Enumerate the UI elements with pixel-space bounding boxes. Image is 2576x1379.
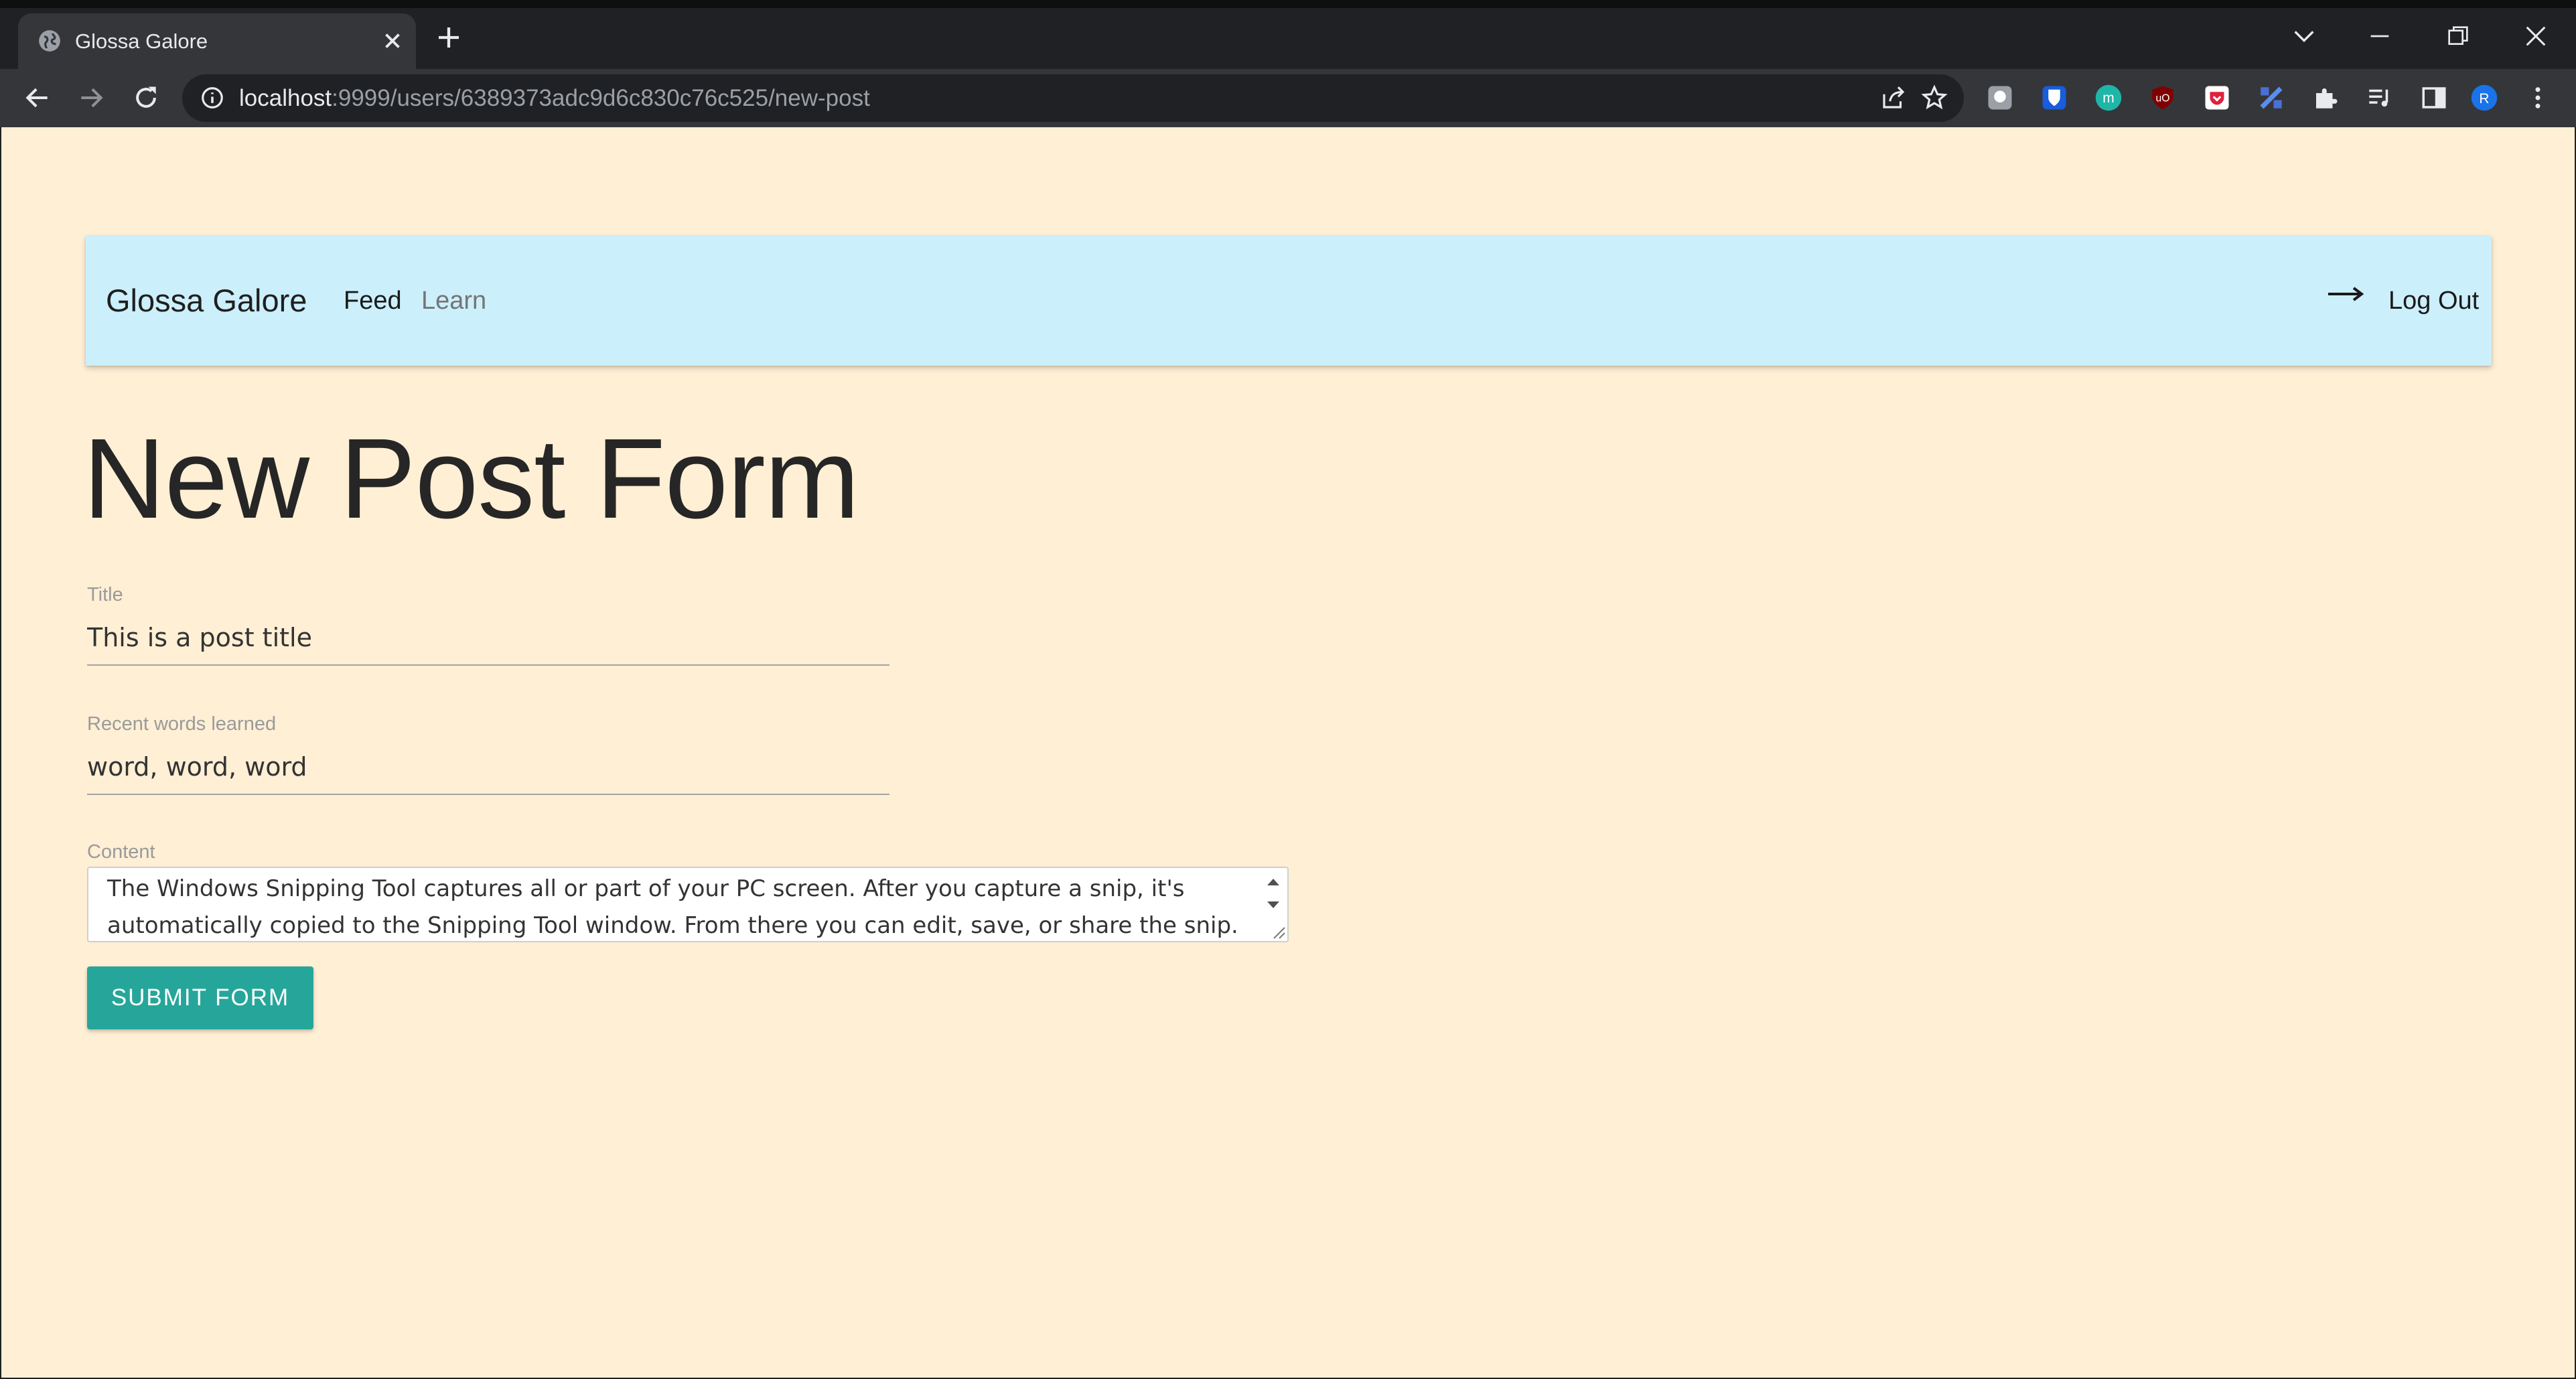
puzzle-icon[interactable] [2311,84,2340,112]
title-input[interactable] [87,611,889,666]
content-label: Content [87,841,155,863]
nav-link-learn[interactable]: Learn [421,236,486,366]
menu-dots-icon[interactable] [2524,84,2552,112]
page-title: New Post Form [83,415,859,542]
bitwarden-shield-icon[interactable] [2040,84,2068,112]
restore-icon[interactable] [2445,23,2472,50]
info-icon[interactable] [200,85,225,111]
extension-chat-icon[interactable] [1986,84,2014,112]
close-icon[interactable] [380,28,405,54]
share-icon[interactable] [1879,84,1908,112]
url-host: localhost [239,85,332,111]
scroll-down-arrow-icon[interactable] [1263,896,1283,914]
nav-link-feed[interactable]: Feed [344,236,402,366]
tab-title: Glossa Galore [75,29,208,53]
minimize-icon[interactable] [2366,23,2393,50]
url-path: :9999/users/6389373adc9d6c830c76c525/new… [332,85,870,111]
plus-icon[interactable] [435,24,462,51]
reload-icon[interactable] [131,83,161,113]
ublock-icon[interactable]: uO [2149,84,2177,112]
browser-tabstrip: Glossa Galore [0,0,2576,69]
arrow-right-icon[interactable] [2327,283,2364,305]
extension-m-icon[interactable]: m [2094,84,2123,112]
star-icon[interactable] [1920,84,1948,112]
logout-link[interactable]: Log Out [2388,236,2479,366]
site-navbar: Glossa Galore Feed Learn Log Out [86,236,2492,366]
words-label: Recent words learned [87,713,277,735]
content-textarea[interactable]: The Windows Snipping Tool captures all o… [87,867,1289,942]
svg-text:uO: uO [2155,92,2169,104]
scroll-up-arrow-icon[interactable] [1263,873,1283,891]
chevron-down-icon[interactable] [2291,23,2317,50]
brand-logo[interactable]: Glossa Galore [106,236,307,366]
satellite-icon[interactable] [2257,84,2285,112]
browser-toolbar: localhost:9999/users/6389373adc9d6c830c7… [0,69,2576,127]
url-text: localhost:9999/users/6389373adc9d6c830c7… [239,74,870,122]
resize-handle-icon[interactable] [1269,922,1286,940]
pocket-icon[interactable] [2203,84,2231,112]
side-panel-icon[interactable] [2420,84,2448,112]
address-bar[interactable]: localhost:9999/users/6389373adc9d6c830c7… [182,74,1964,122]
profile-initial: R [2479,91,2489,106]
back-icon[interactable] [23,83,52,113]
content-text[interactable]: The Windows Snipping Tool captures all o… [107,871,1246,941]
forward-icon[interactable] [76,83,106,113]
title-label: Title [87,584,123,605]
recent-words-input[interactable] [87,740,889,795]
close-window-icon[interactable] [2522,23,2549,50]
browser-tab[interactable]: Glossa Galore [18,13,416,69]
profile-avatar[interactable]: R [2470,84,2498,112]
window-top-border [0,0,2576,8]
media-queue-icon[interactable] [2366,84,2394,112]
svg-text:m: m [2102,90,2115,106]
submit-form-button[interactable]: SUBMIT FORM [87,966,313,1029]
page-viewport: Glossa Galore Feed Learn Log Out New Pos… [1,127,2575,1378]
globe-icon [39,30,60,52]
